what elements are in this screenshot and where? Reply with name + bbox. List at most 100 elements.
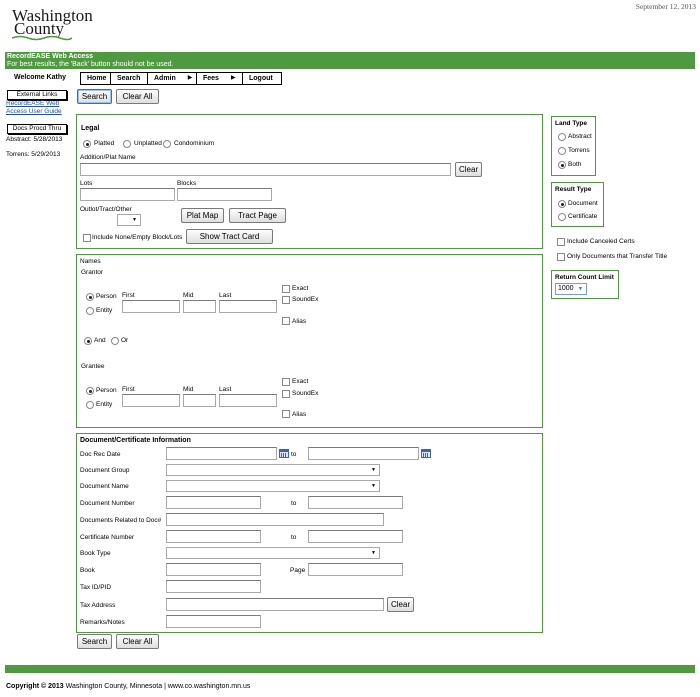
land-torrens-label: Torrens — [568, 147, 590, 154]
docs-procd-button[interactable]: Docs Procd Thru — [7, 124, 67, 134]
and-label: And — [94, 337, 106, 344]
grantee-first-input[interactable] — [122, 394, 180, 407]
outlot-label: Outlot/Tract/Other — [80, 206, 132, 213]
unplatted-label: Unplatted — [134, 140, 162, 147]
show-tract-card-button[interactable]: Show Tract Card — [186, 229, 273, 244]
calendar-icon[interactable] — [279, 449, 289, 458]
blocks-input[interactable] — [177, 188, 272, 201]
chevron-down-icon: ▼ — [371, 483, 376, 489]
only-transfer-checkbox[interactable] — [557, 253, 565, 261]
doc-rec-date-to-input[interactable] — [308, 447, 419, 460]
documents-related-input[interactable] — [166, 513, 384, 526]
document-name-label: Document Name — [80, 483, 129, 490]
plat-map-button[interactable]: Plat Map — [181, 208, 224, 223]
grantee-alias-label: Alias — [292, 411, 307, 418]
grantee-mid-input[interactable] — [183, 394, 216, 407]
page-input[interactable] — [308, 563, 403, 576]
grantor-person-label: Person — [96, 293, 117, 300]
grantee-last-input[interactable] — [219, 394, 277, 407]
grantor-exact-label: Exact — [292, 285, 309, 292]
document-number-label: Document Number — [80, 500, 135, 507]
grantee-soundex-checkbox[interactable] — [282, 390, 290, 398]
footer-bar — [5, 665, 695, 673]
land-both-radio[interactable] — [558, 161, 566, 169]
condominium-radio[interactable] — [163, 140, 171, 148]
include-canceled-checkbox[interactable] — [557, 238, 565, 246]
and-radio[interactable] — [84, 337, 92, 345]
grantor-exact-checkbox[interactable] — [282, 285, 290, 293]
grantor-last-input[interactable] — [219, 300, 277, 313]
clear-all-button-top[interactable]: Clear All — [116, 89, 159, 104]
logo-wave-icon — [12, 35, 72, 41]
addition-input[interactable] — [80, 163, 451, 176]
names-title: Names — [80, 258, 101, 265]
document-group-select[interactable]: ▼ — [166, 464, 380, 476]
result-type-section: Result Type Document Certificate — [551, 182, 604, 227]
grantor-alias-checkbox[interactable] — [282, 317, 290, 325]
nav-search[interactable]: Search — [111, 73, 148, 84]
document-number-to-label: to — [291, 500, 297, 507]
lots-input[interactable] — [80, 188, 175, 201]
platted-radio[interactable] — [83, 140, 91, 148]
land-both-label: Both — [568, 161, 582, 168]
footer-url: www.co.washington.mn.us — [167, 683, 251, 690]
user-guide-link[interactable]: RecordEASE Web Access User Guide — [6, 100, 68, 116]
tax-address-clear-button[interactable]: Clear — [387, 597, 414, 612]
addition-clear-button[interactable]: Clear — [455, 162, 482, 177]
grantee-entity-radio[interactable] — [86, 401, 94, 409]
document-number-to-input[interactable] — [308, 496, 403, 509]
book-input[interactable] — [166, 563, 261, 576]
grantor-alias-label: Alias — [292, 318, 307, 325]
search-button-top[interactable]: Search — [77, 89, 112, 104]
grantee-alias-checkbox[interactable] — [282, 410, 290, 418]
doc-rec-date-from-input[interactable] — [166, 447, 277, 460]
nav-home[interactable]: Home — [81, 73, 111, 84]
nav-logout[interactable]: Logout — [243, 73, 281, 84]
remarks-input[interactable] — [166, 615, 261, 628]
clear-all-button-bottom[interactable]: Clear All — [116, 634, 159, 649]
grantee-exact-checkbox[interactable] — [282, 378, 290, 386]
return-count-section: Return Count Limit 1000 ▼ — [551, 270, 619, 299]
grantor-mid-input[interactable] — [183, 300, 216, 313]
book-label: Book — [80, 567, 95, 574]
torrens-date: Torrens: 5/29/2013 — [6, 151, 61, 158]
certificate-number-from-input[interactable] — [166, 530, 261, 543]
nav-fees[interactable]: Fees ▶ — [197, 73, 243, 84]
grantee-person-label: Person — [96, 387, 117, 394]
grantee-person-radio[interactable] — [86, 387, 94, 395]
grantor-soundex-checkbox[interactable] — [282, 296, 290, 304]
land-abstract-radio[interactable] — [558, 133, 566, 141]
page-label: Page — [290, 567, 306, 574]
chevron-down-icon: ▼ — [371, 467, 376, 473]
grantor-first-input[interactable] — [122, 300, 180, 313]
grantor-entity-radio[interactable] — [86, 307, 94, 315]
nav-admin-label: Admin — [154, 75, 176, 82]
nav-admin[interactable]: Admin ▶ — [148, 73, 197, 84]
book-type-select[interactable]: ▼ — [166, 547, 380, 559]
land-abstract-label: Abstract — [568, 133, 592, 140]
tax-id-input[interactable] — [166, 580, 261, 593]
result-document-radio[interactable] — [558, 200, 566, 208]
abstract-date: Abstract: 5/28/2013 — [6, 136, 63, 143]
document-name-select[interactable]: ▼ — [166, 480, 380, 492]
result-certificate-radio[interactable] — [558, 213, 566, 221]
land-torrens-radio[interactable] — [558, 147, 566, 155]
certificate-number-to-input[interactable] — [308, 530, 403, 543]
tract-page-button[interactable]: Tract Page — [229, 208, 286, 223]
result-type-title: Result Type — [555, 186, 592, 193]
include-none-checkbox[interactable] — [83, 234, 91, 242]
or-label: Or — [121, 337, 129, 344]
unplatted-radio[interactable] — [123, 140, 131, 148]
external-links-button[interactable]: External Links — [7, 90, 67, 100]
welcome-text: Welcome Kathy — [14, 74, 66, 81]
or-radio[interactable] — [111, 337, 119, 345]
return-count-select[interactable]: 1000 ▼ — [555, 283, 587, 295]
calendar-icon[interactable] — [421, 449, 431, 458]
tax-address-input[interactable] — [166, 598, 384, 611]
grantor-person-radio[interactable] — [86, 293, 94, 301]
search-button-bottom[interactable]: Search — [77, 634, 112, 649]
document-number-from-input[interactable] — [166, 496, 261, 509]
outlot-select[interactable]: ▼ — [117, 214, 141, 226]
tax-address-label: Tax Address — [80, 602, 116, 609]
chevron-down-icon: ▼ — [371, 550, 376, 556]
